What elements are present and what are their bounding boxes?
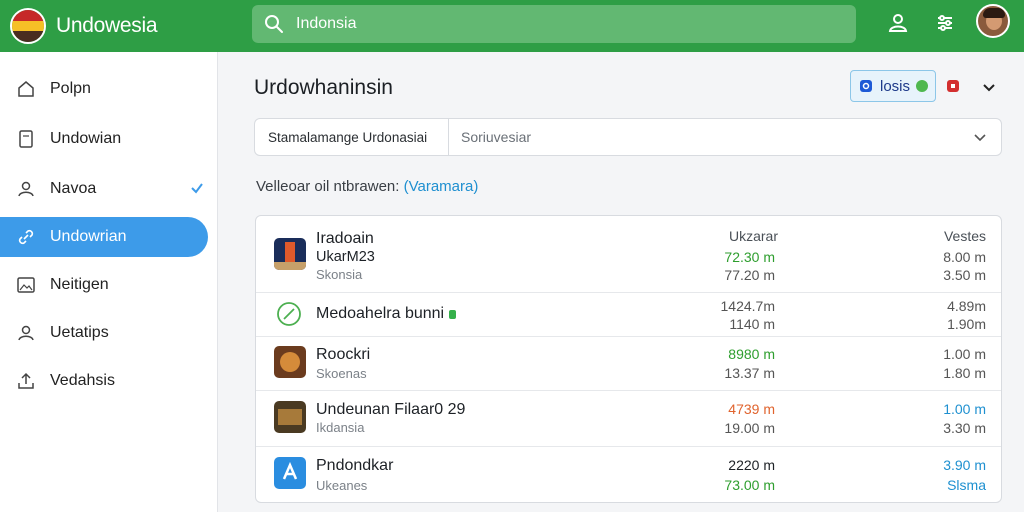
value-secondary: 1.80 m (943, 365, 986, 381)
value-secondary: 19.00 m (724, 420, 775, 436)
badge-label: losis (880, 77, 911, 95)
row-subtitle: Skoenas (316, 366, 367, 381)
chevron-down-icon[interactable] (982, 80, 996, 94)
sidebar-item-polpn[interactable]: Polpn (0, 69, 208, 109)
people-icon (18, 325, 34, 341)
leaf-icon (277, 302, 301, 326)
search-icon (265, 15, 283, 33)
table-row[interactable]: Undeunan Filaar0 29 Ikdansia 4739 m 19.0… (256, 390, 1001, 446)
sidebar-item-navoa[interactable]: Navoa (0, 169, 208, 209)
app-name: Undowesia (56, 14, 158, 37)
value-secondary: 3.30 m (943, 420, 986, 436)
table-row[interactable]: Iradoain UkarM23 Skonsia 72.30 m 77.20 m… (256, 216, 1001, 292)
value-secondary: 13.37 m (724, 365, 775, 381)
value-primary: 8.00 m (943, 249, 986, 265)
sidebar-item-label: Uetatips (50, 324, 109, 341)
value-primary: 1.00 m (943, 401, 986, 417)
brand[interactable]: Undowesia (10, 8, 158, 44)
value-secondary: 3.50 m (943, 267, 986, 283)
user-icon (18, 181, 34, 197)
value-primary: 4739 m (728, 401, 775, 417)
row-line2: UkarM23 (316, 249, 375, 265)
online-dot-icon (916, 80, 929, 92)
sidebar-item-neitigen[interactable]: Neitigen (0, 265, 208, 305)
search-input[interactable]: Indonsia (252, 5, 856, 43)
results-table: Ukzarar Vestes Iradoain UkarM23 Skonsia … (255, 215, 1002, 503)
edit-user-icon[interactable] (887, 12, 909, 34)
row-title: Medoahelra bunni (316, 305, 445, 322)
table-row[interactable]: Medoahelra bunni 1424.7m 1140 m 4.89m 1.… (256, 292, 1001, 336)
value-secondary: 73.00 m (724, 477, 775, 493)
flag-logo-icon (10, 8, 46, 44)
shield-icon (860, 80, 872, 92)
app-icon (274, 457, 306, 489)
row-title: Iradoain (316, 230, 374, 247)
table-row[interactable]: Pndondkar Ukeanes 2220 m 73.00 m 3.90 m … (256, 446, 1001, 502)
status-dot-icon (449, 310, 456, 319)
value-secondary: 1140 m (729, 316, 775, 332)
sidebar-item-label: Navoa (50, 180, 97, 197)
value-primary: 4.89m (947, 298, 986, 314)
upload-icon (18, 372, 34, 389)
row-title: Undeunan Filaar0 29 (316, 401, 466, 418)
filter-bar: Stamalamange Urdonasiai Soriuvesiar (254, 118, 1002, 156)
row-subtitle: Ikdansia (316, 420, 365, 435)
photo-thumbnail-icon (274, 346, 306, 378)
value-primary: 3.90 m (943, 457, 986, 473)
link-icon (18, 229, 34, 245)
value-primary: 8980 m (728, 346, 775, 362)
row-title: Roockri (316, 346, 371, 363)
table-row[interactable]: Roockri Skoenas 8980 m 13.37 m 1.00 m 1.… (256, 336, 1001, 390)
subtitle-link[interactable]: (Varamara) (404, 178, 479, 195)
filter-dropdown[interactable]: Soriuvesiar (449, 129, 973, 145)
search-value: Indonsia (296, 15, 357, 32)
page-title: Urdowhaninsin (254, 76, 393, 99)
value-secondary: 77.20 m (724, 267, 775, 283)
sidebar-item-undowian[interactable]: Undowian (0, 119, 208, 159)
alert-icon[interactable] (946, 79, 960, 93)
value-secondary: Slsma (947, 477, 986, 493)
section-subtitle: Velleoar oil ntbrawen: (Varamara) (256, 178, 478, 195)
document-icon (19, 130, 33, 148)
top-bar: Undowesia Indonsia (0, 0, 1024, 52)
value-secondary: 1.90m (947, 316, 986, 332)
value-primary: 1424.7m (720, 298, 775, 314)
status-badge[interactable]: losis (850, 70, 936, 102)
sidebar-item-label: Polpn (50, 80, 91, 97)
subtitle-text: Velleoar oil ntbrawen: (256, 178, 400, 195)
sidebar-item-label: Undowian (50, 130, 122, 147)
chevron-down-icon[interactable] (973, 130, 987, 144)
check-icon (191, 183, 203, 194)
sidebar-item-label: Undowrian (50, 228, 127, 245)
row-subtitle: Skonsia (316, 267, 363, 282)
filter-category-select[interactable]: Stamalamange Urdonasiai (255, 119, 449, 155)
sidebar-item-uetatips[interactable]: Uetatips (0, 313, 208, 353)
value-primary: 72.30 m (724, 249, 775, 265)
sidebar-item-undowrian[interactable]: Undowrian (0, 217, 208, 257)
tower-thumbnail-icon (274, 238, 306, 270)
sidebar: Polpn Undowian Navoa Undowrian Neitigen (0, 52, 218, 512)
sidebar-item-vedahsis[interactable]: Vedahsis (0, 361, 208, 401)
settings-sliders-icon[interactable] (934, 12, 956, 34)
value-primary: 1.00 m (943, 346, 986, 362)
home-icon (18, 81, 34, 97)
sidebar-item-label: Vedahsis (50, 372, 115, 389)
photo-thumbnail-icon (274, 401, 306, 433)
avatar[interactable] (976, 4, 1010, 38)
value-primary: 2220 m (728, 457, 775, 473)
row-title: Pndondkar (316, 457, 394, 474)
image-icon (17, 277, 35, 293)
sidebar-item-label: Neitigen (50, 276, 109, 293)
row-subtitle: Ukeanes (316, 478, 368, 493)
